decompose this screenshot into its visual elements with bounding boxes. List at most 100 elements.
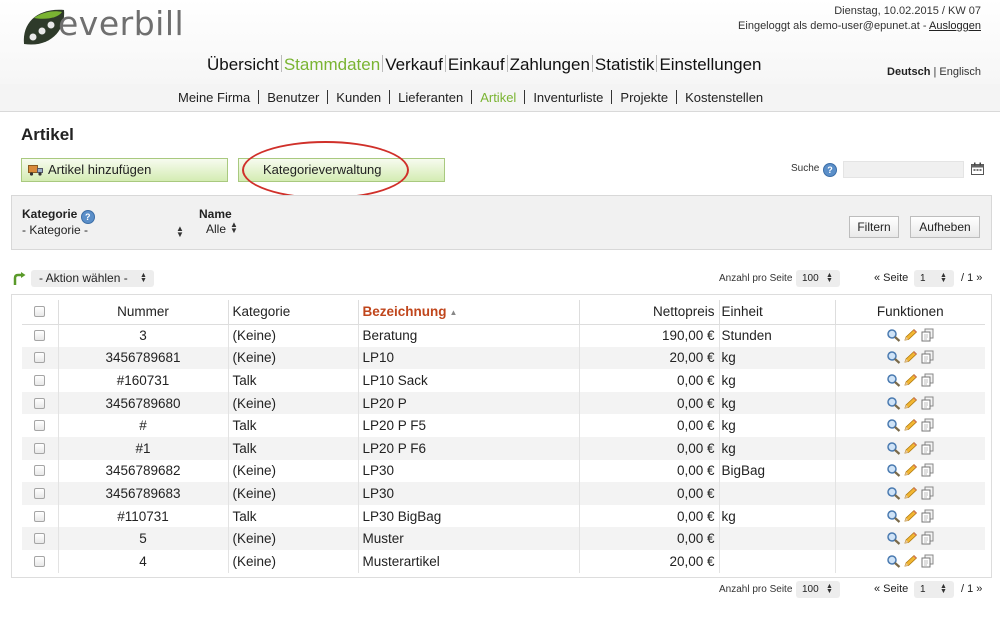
row-checkbox[interactable] (34, 420, 46, 432)
row-checkbox[interactable] (34, 487, 46, 499)
table-row[interactable]: 5 (Keine) Muster 0,00 € (22, 527, 985, 550)
col-bezeichnung[interactable]: Bezeichnung ▲ (357, 300, 579, 325)
table-row[interactable]: 3456789681 (Keine) LP10 20,00 € kg (22, 346, 985, 370)
lang-englisch[interactable]: Englisch (939, 66, 981, 78)
category-filter-select[interactable]: - Kategorie - ▲ ▼ (22, 223, 184, 239)
magnifier-icon[interactable] (886, 373, 901, 387)
magnifier-icon[interactable] (886, 509, 901, 523)
per-page-select[interactable]: 100 ▲ ▼ (796, 270, 840, 287)
per-page-select-bottom[interactable]: 100 ▲ ▼ (796, 581, 840, 598)
magnifier-icon[interactable] (886, 554, 901, 568)
copy-icon[interactable] (920, 531, 935, 545)
copy-icon[interactable] (920, 509, 935, 523)
col-kategorie[interactable]: Kategorie (227, 300, 358, 325)
subnav-artikel[interactable]: Artikel (480, 90, 516, 105)
page-suffix-bottom: / 1 » (961, 583, 983, 595)
pencil-icon[interactable] (903, 350, 918, 364)
calendar-icon[interactable] (971, 162, 984, 175)
cell-bezeichnung: LP20 P F6 (357, 436, 579, 460)
copy-icon[interactable] (920, 373, 935, 387)
row-checkbox[interactable] (34, 352, 46, 364)
nav-stammdaten[interactable]: Stammdaten (283, 55, 381, 74)
table-row[interactable]: 4 (Keine) Musterartikel 20,00 € (22, 549, 985, 573)
copy-icon[interactable] (920, 554, 935, 568)
copy-icon[interactable] (920, 350, 935, 364)
table-row[interactable]: #110731 Talk LP30 BigBag 0,00 € kg (22, 504, 985, 528)
row-checkbox[interactable] (34, 510, 46, 522)
pencil-icon[interactable] (903, 486, 918, 500)
row-checkbox[interactable] (34, 397, 46, 409)
nav-zahlungen[interactable]: Zahlungen (509, 55, 591, 74)
table-row[interactable]: 3 (Keine) Beratung 190,00 € Stunden (22, 324, 985, 347)
pencil-icon[interactable] (903, 463, 918, 477)
cell-nettopreis: 0,00 € (578, 414, 719, 437)
magnifier-icon[interactable] (886, 328, 901, 342)
cell-bezeichnung: Muster (357, 527, 579, 550)
magnifier-icon[interactable] (886, 531, 901, 545)
search-input[interactable] (843, 161, 964, 178)
lang-deutsch[interactable]: Deutsch (887, 66, 930, 78)
add-article-button[interactable]: Artikel hinzufügen (21, 158, 228, 182)
table-row[interactable]: 3456789682 (Keine) LP30 0,00 € BigBag (22, 459, 985, 483)
truck-icon (28, 165, 43, 176)
copy-icon[interactable] (920, 441, 935, 455)
action-select[interactable]: - Aktion wählen - ▲ ▼ (31, 270, 154, 287)
cell-kategorie: (Keine) (227, 482, 358, 505)
copy-icon[interactable] (920, 463, 935, 477)
magnifier-icon[interactable] (886, 418, 901, 432)
col-nummer[interactable]: Nummer (57, 300, 228, 325)
subnav-benutzer[interactable]: Benutzer (267, 90, 319, 105)
subnav-kostenstellen[interactable]: Kostenstellen (685, 90, 763, 105)
row-checkbox[interactable] (34, 442, 46, 454)
pencil-icon[interactable] (903, 396, 918, 410)
table-row[interactable]: #1 Talk LP20 P F6 0,00 € kg (22, 436, 985, 460)
logout-link[interactable]: Ausloggen (929, 20, 981, 32)
subnav-kunden[interactable]: Kunden (336, 90, 381, 105)
pencil-icon[interactable] (903, 328, 918, 342)
select-all-checkbox[interactable] (34, 306, 46, 318)
per-page-value-bottom: 100 (802, 584, 819, 595)
pencil-icon[interactable] (903, 441, 918, 455)
nav-einkauf[interactable]: Einkauf (447, 55, 506, 74)
nav-verkauf[interactable]: Verkauf (384, 55, 444, 74)
copy-icon[interactable] (920, 486, 935, 500)
magnifier-icon[interactable] (886, 486, 901, 500)
pencil-icon[interactable] (903, 531, 918, 545)
subnav-projekte[interactable]: Projekte (620, 90, 668, 105)
copy-icon[interactable] (920, 328, 935, 342)
row-checkbox[interactable] (34, 555, 46, 567)
magnifier-icon[interactable] (886, 441, 901, 455)
copy-icon[interactable] (920, 418, 935, 432)
pencil-icon[interactable] (903, 373, 918, 387)
copy-icon[interactable] (920, 396, 935, 410)
filter-button[interactable]: Filtern (849, 216, 899, 238)
subnav-lieferanten[interactable]: Lieferanten (398, 90, 463, 105)
nav-uebersicht[interactable]: Übersicht (206, 55, 280, 74)
table-row[interactable]: 3456789680 (Keine) LP20 P 0,00 € kg (22, 391, 985, 415)
pencil-icon[interactable] (903, 554, 918, 568)
col-nettopreis[interactable]: Nettopreis (578, 300, 719, 325)
search-help-icon[interactable]: ? (823, 163, 837, 177)
pencil-icon[interactable] (903, 418, 918, 432)
table-row[interactable]: #160731 Talk LP10 Sack 0,00 € kg (22, 369, 985, 392)
page-select-bottom[interactable]: 1 ▲ ▼ (914, 581, 954, 598)
col-einheit[interactable]: Einheit (718, 300, 835, 325)
category-help-icon[interactable]: ? (80, 210, 95, 224)
name-filter-select[interactable]: Alle ▲ ▼ (206, 221, 238, 237)
page-select[interactable]: 1 ▲ ▼ (914, 270, 954, 287)
pencil-icon[interactable] (903, 509, 918, 523)
subnav-inventurliste[interactable]: Inventurliste (533, 90, 603, 105)
row-checkbox[interactable] (34, 533, 46, 545)
nav-statistik[interactable]: Statistik (594, 55, 656, 74)
row-checkbox[interactable] (34, 330, 46, 342)
row-checkbox[interactable] (34, 374, 46, 386)
magnifier-icon[interactable] (886, 396, 901, 410)
nav-einstellungen[interactable]: Einstellungen (658, 55, 762, 74)
magnifier-icon[interactable] (886, 463, 901, 478)
magnifier-icon[interactable] (886, 350, 901, 365)
row-checkbox[interactable] (34, 465, 46, 477)
subnav-meine-firma[interactable]: Meine Firma (178, 90, 250, 105)
reset-filter-button[interactable]: Aufheben (910, 216, 980, 238)
table-row[interactable]: # Talk LP20 P F5 0,00 € kg (22, 414, 985, 437)
table-row[interactable]: 3456789683 (Keine) LP30 0,00 € (22, 482, 985, 505)
